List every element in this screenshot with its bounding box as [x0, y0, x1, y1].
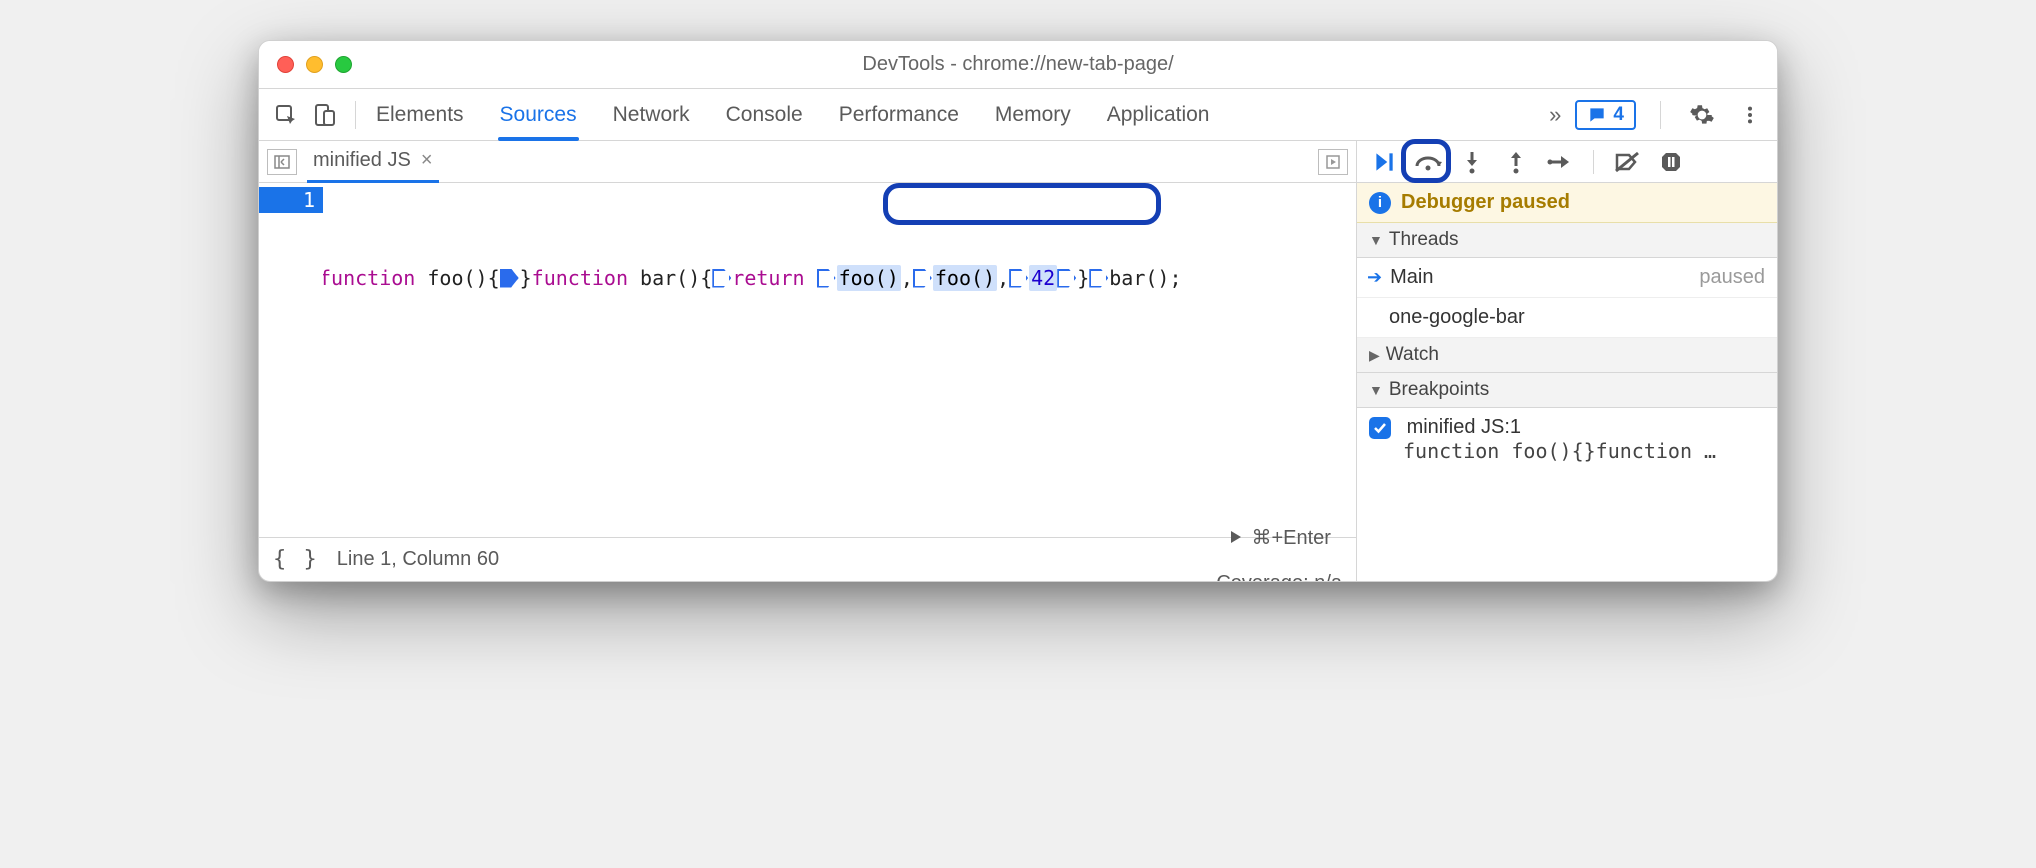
- editor-status-bar: { } Line 1, Column 60 ⌘+Enter Coverage: …: [259, 537, 1356, 581]
- resume-button[interactable]: [1369, 147, 1399, 177]
- pretty-print-icon[interactable]: { }: [273, 547, 319, 572]
- debugger-paused-text: Debugger paused: [1401, 191, 1570, 214]
- tok-brace-open-1: {: [488, 265, 500, 291]
- window-title: DevTools - chrome://new-tab-page/: [862, 53, 1173, 76]
- threads-section-header[interactable]: ▼ Threads: [1357, 223, 1777, 258]
- step-point-icon[interactable]: [500, 269, 520, 288]
- top-toolbar: Elements Sources Network Console Perform…: [259, 89, 1777, 141]
- debugger-controls: [1357, 141, 1777, 183]
- tok-42: 42: [1029, 265, 1057, 291]
- code-content[interactable]: function foo(){}function bar(){return fo…: [323, 183, 1356, 537]
- watch-label: Watch: [1386, 344, 1439, 366]
- tok-foo-decl: foo(): [415, 265, 487, 291]
- info-icon: i: [1369, 192, 1391, 214]
- console-message-count: 4: [1613, 104, 1624, 126]
- step-point-icon[interactable]: [1057, 269, 1077, 288]
- current-thread-icon: ➔: [1367, 267, 1382, 288]
- step-point-icon[interactable]: [817, 269, 837, 288]
- breakpoint-preview: function foo(){}function …: [1369, 439, 1765, 463]
- tok-function-kw: function: [323, 265, 415, 291]
- watch-section-header[interactable]: ▶ Watch: [1357, 338, 1777, 373]
- tok-call-foo-2: foo(): [933, 265, 997, 291]
- threads-label: Threads: [1389, 229, 1459, 251]
- title-bar: DevTools - chrome://new-tab-page/: [259, 41, 1777, 89]
- annotation-highlight-expression: [883, 183, 1161, 225]
- line-number[interactable]: 1: [259, 187, 323, 213]
- tok-brace-open-2: {: [700, 265, 712, 291]
- step-point-icon[interactable]: [1089, 269, 1109, 288]
- tab-application[interactable]: Application: [1105, 91, 1212, 139]
- close-file-tab-icon[interactable]: ×: [421, 149, 433, 172]
- devtools-window: DevTools - chrome://new-tab-page/ Elemen…: [258, 40, 1778, 582]
- breakpoint-checkbox[interactable]: [1369, 417, 1391, 439]
- deactivate-breakpoints-button[interactable]: [1612, 147, 1642, 177]
- tok-brace-close-2: }: [1077, 265, 1089, 291]
- breakpoints-section-header[interactable]: ▼ Breakpoints: [1357, 373, 1777, 408]
- minimize-window-button[interactable]: [306, 56, 323, 73]
- step-into-button[interactable]: [1457, 147, 1487, 177]
- expand-icon: ▼: [1369, 382, 1383, 398]
- console-messages-badge[interactable]: 4: [1575, 100, 1636, 130]
- toolbar-separator: [355, 101, 356, 129]
- debugger-sidebar: i Debugger paused ▼ Threads ➔ Main pause…: [1357, 141, 1777, 581]
- sources-panel: minified JS × 1 function foo(){}function…: [259, 141, 1357, 581]
- window-controls: [277, 56, 352, 73]
- thread-item-main[interactable]: ➔ Main paused: [1357, 258, 1777, 298]
- coverage-status[interactable]: Coverage: n/a: [1216, 572, 1342, 583]
- tok-call-foo-1: foo(): [837, 265, 901, 291]
- step-out-button[interactable]: [1501, 147, 1531, 177]
- tab-network[interactable]: Network: [611, 91, 692, 139]
- tab-console[interactable]: Console: [724, 91, 805, 139]
- breakpoint-item[interactable]: minified JS:1 function foo(){}function …: [1357, 408, 1777, 471]
- tab-sources[interactable]: Sources: [498, 91, 579, 139]
- zoom-window-button[interactable]: [335, 56, 352, 73]
- breakpoint-label: minified JS:1: [1407, 416, 1522, 438]
- collapse-icon: ▶: [1369, 347, 1380, 364]
- tok-function-kw-2: function: [532, 265, 628, 291]
- code-editor[interactable]: 1 function foo(){}function bar(){return …: [259, 183, 1356, 537]
- main-split: minified JS × 1 function foo(){}function…: [259, 141, 1777, 581]
- step-over-button[interactable]: [1413, 147, 1443, 177]
- panel-tabs: Elements Sources Network Console Perform…: [374, 91, 1211, 139]
- debugger-paused-banner: i Debugger paused: [1357, 183, 1777, 223]
- tok-brace-close-1: }: [520, 265, 532, 291]
- line-gutter: 1: [259, 183, 323, 537]
- file-tab-active[interactable]: minified JS ×: [307, 141, 439, 183]
- tab-elements[interactable]: Elements: [374, 91, 466, 139]
- thread-name: one-google-bar: [1389, 306, 1525, 329]
- top-toolbar-right: » 4: [1549, 98, 1767, 132]
- tab-memory[interactable]: Memory: [993, 91, 1073, 139]
- cursor-position: Line 1, Column 60: [337, 548, 499, 571]
- file-tab-label: minified JS: [313, 149, 411, 172]
- step-point-icon[interactable]: [1009, 269, 1029, 288]
- device-toolbar-icon[interactable]: [307, 98, 341, 132]
- tab-performance[interactable]: Performance: [837, 91, 961, 139]
- breakpoints-label: Breakpoints: [1389, 379, 1489, 401]
- close-window-button[interactable]: [277, 56, 294, 73]
- expand-icon: ▼: [1369, 232, 1383, 248]
- thread-name: Main: [1390, 266, 1433, 289]
- inspect-element-icon[interactable]: [269, 98, 303, 132]
- code-line-1: function foo(){}function bar(){return fo…: [327, 265, 1350, 291]
- pause-on-exceptions-button[interactable]: [1656, 147, 1686, 177]
- more-tabs-button[interactable]: »: [1549, 102, 1561, 128]
- toolbar-separator-2: [1660, 101, 1661, 129]
- file-tab-bar: minified JS ×: [259, 141, 1356, 183]
- step-button[interactable]: [1545, 147, 1575, 177]
- run-snippet-icon[interactable]: [1318, 149, 1348, 175]
- show-navigator-icon[interactable]: [267, 149, 297, 175]
- tok-call-bar: bar();: [1109, 265, 1181, 291]
- step-point-icon[interactable]: [913, 269, 933, 288]
- thread-item[interactable]: one-google-bar: [1357, 298, 1777, 338]
- tok-return: return: [732, 265, 804, 291]
- debugger-separator: [1593, 150, 1594, 174]
- settings-icon[interactable]: [1685, 98, 1719, 132]
- more-menu-icon[interactable]: [1733, 98, 1767, 132]
- tok-bar-decl: bar(): [628, 265, 700, 291]
- tok-comma-1: ,: [901, 265, 913, 291]
- thread-status: paused: [1699, 266, 1765, 289]
- tok-comma-2: ,: [997, 265, 1009, 291]
- step-point-icon[interactable]: [712, 269, 732, 288]
